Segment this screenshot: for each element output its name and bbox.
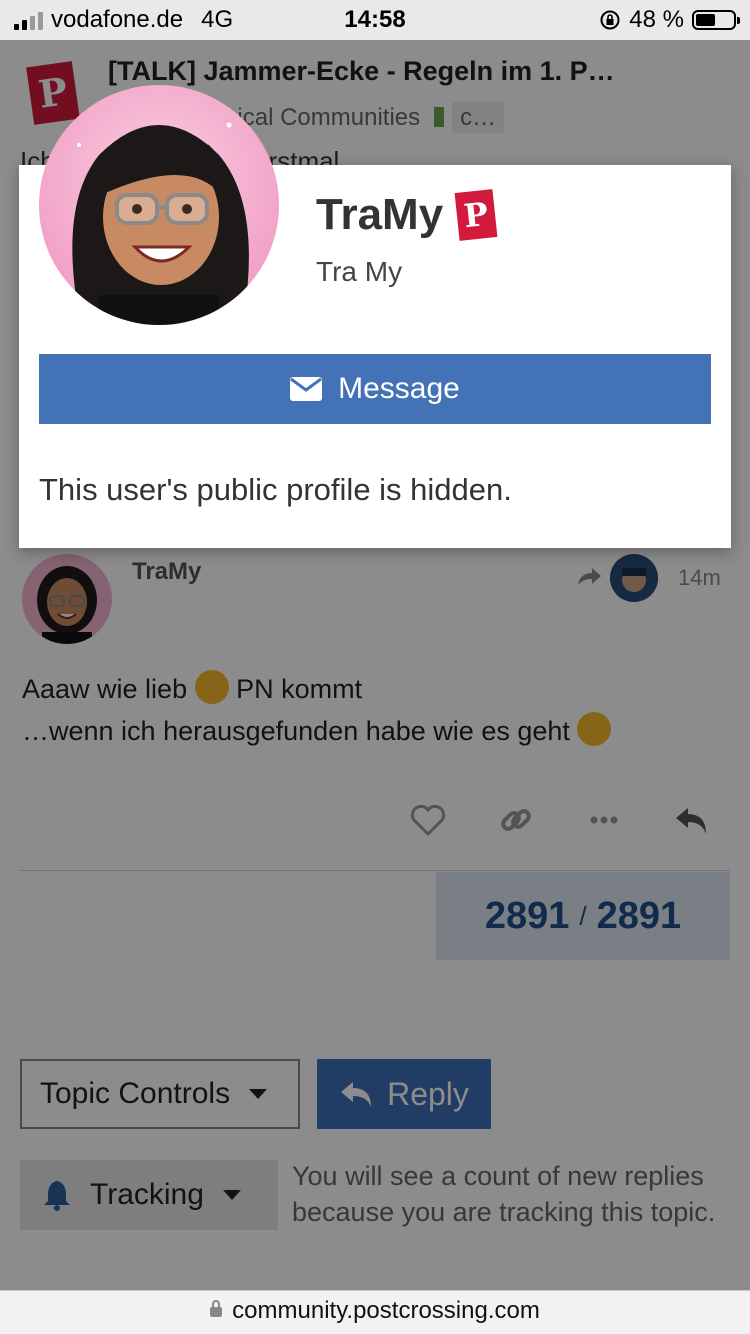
hidden-profile-notice: This user's public profile is hidden. [39,472,512,507]
battery-icon [692,10,740,30]
lock-icon [210,1300,223,1317]
battery-percent: 48 % [629,6,684,33]
message-label: Message [338,372,460,405]
avatar-memoji-icon [72,122,249,325]
browser-url-bar[interactable]: community.postcrossing.com [0,1290,750,1334]
message-button[interactable]: Message [39,354,711,424]
status-bar: vodafone.de 4G 14:58 48 % [0,0,750,40]
user-card-avatar[interactable] [39,85,279,325]
user-card-username: TraMy P [316,189,498,241]
orientation-lock-icon [600,10,620,30]
user-card-full-name: Tra My [316,256,403,287]
username-text: TraMy [316,190,444,239]
postcrossing-badge-icon: P [454,189,498,241]
url-domain: community.postcrossing.com [232,1297,540,1324]
envelope-icon [290,377,323,401]
